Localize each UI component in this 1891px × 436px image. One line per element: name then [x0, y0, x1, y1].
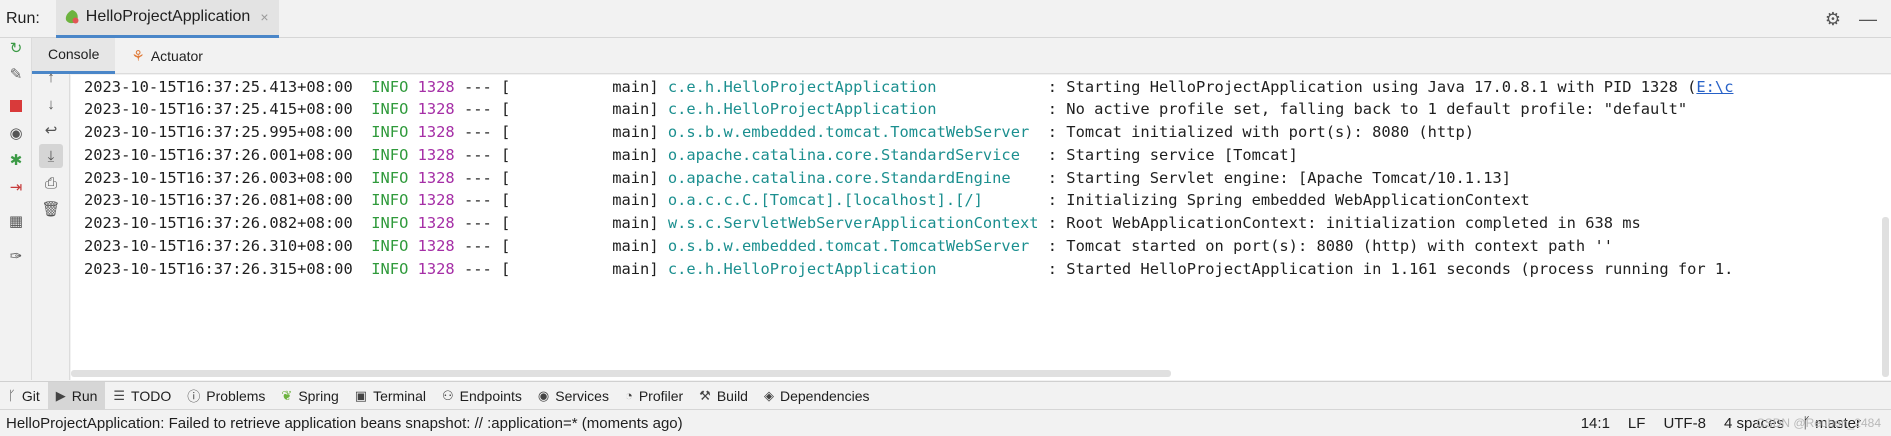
log-line: 2023-10-15T16:37:26.003+08:00 INFO 1328 … [84, 169, 1512, 187]
log-line: 2023-10-15T16:37:25.413+08:00 INFO 1328 … [84, 78, 1734, 96]
actuator-icon: ⚘ [131, 47, 145, 65]
profiler-icon: ◔ [624, 388, 633, 403]
status-bar: HelloProjectApplication: Failed to retri… [0, 409, 1891, 436]
pin-icon[interactable]: ✑ [6, 246, 26, 266]
log-line: 2023-10-15T16:37:26.082+08:00 INFO 1328 … [84, 214, 1641, 232]
tab-actuator-label: Actuator [150, 47, 203, 64]
run-label: Run: [6, 9, 40, 27]
tab-problems[interactable]: ⓘ Problems [179, 382, 273, 410]
tab-console-label: Console [48, 46, 100, 62]
dependencies-icon: ◈ [763, 387, 774, 403]
wrench-icon[interactable]: ✎ [6, 64, 26, 84]
tab-dependencies[interactable]: ◈ Dependencies [756, 382, 878, 410]
tab-build[interactable]: ⚒ Build [691, 382, 756, 410]
console-output[interactable]: 2023-10-15T16:37:25.413+08:00 INFO 1328 … [71, 75, 1891, 380]
spring-leaf-icon: ❦ [281, 387, 293, 403]
log-line: 2023-10-15T16:37:26.315+08:00 INFO 1328 … [84, 260, 1734, 278]
console-actions-strip: ↑ ↓ ↩ ⤓ ⎙ 🗑 [32, 69, 70, 380]
build-hammer-icon: ⚒ [699, 387, 711, 403]
info-icon: ⓘ [187, 389, 201, 404]
tab-todo[interactable]: ☰ TODO [105, 382, 179, 410]
minimize-icon[interactable]: — [1859, 9, 1877, 30]
log-line: 2023-10-15T16:37:26.001+08:00 INFO 1328 … [84, 146, 1298, 164]
file-encoding[interactable]: UTF-8 [1663, 415, 1706, 432]
run-header-actions: ⚙ — [1825, 0, 1877, 38]
gear-icon[interactable]: ⚙ [1825, 9, 1841, 30]
log-line: 2023-10-15T16:37:26.081+08:00 INFO 1328 … [84, 191, 1530, 209]
arrow-up-icon[interactable]: ↑ [41, 67, 61, 87]
camera-icon[interactable]: ◉ [6, 123, 26, 143]
arrow-down-icon[interactable]: ↓ [41, 94, 61, 114]
caret-position[interactable]: 14:1 [1581, 415, 1610, 432]
run-config-tab[interactable]: HelloProjectApplication × [55, 0, 279, 38]
todo-list-icon: ☰ [113, 387, 126, 403]
exit-icon[interactable]: ⇥ [6, 177, 26, 197]
rerun-icon[interactable]: ↻ [6, 38, 26, 58]
tab-terminal[interactable]: ▣ Terminal [347, 382, 434, 410]
log-line: 2023-10-15T16:37:26.310+08:00 INFO 1328 … [84, 237, 1613, 255]
run-tool-window-header: Run: HelloProjectApplication × ⚙ — [0, 0, 1891, 38]
git-branch-icon: ᚴ [8, 388, 16, 403]
vertical-scrollbar[interactable] [1882, 217, 1889, 377]
scroll-to-end-icon[interactable]: ⤓ [39, 144, 63, 168]
endpoints-icon: ⚇ [441, 387, 454, 403]
spring-boot-app-icon [65, 10, 79, 24]
tab-profiler[interactable]: ◔ Profiler [617, 382, 691, 410]
tab-services[interactable]: ◉ Services [530, 382, 617, 410]
run-config-tab-title: HelloProjectApplication [85, 8, 251, 25]
log-line: 2023-10-15T16:37:25.415+08:00 INFO 1328 … [84, 100, 1688, 118]
console-sub-tabs: Console ⚘ Actuator [32, 37, 1891, 74]
tab-spring[interactable]: ❦ Spring [273, 382, 346, 410]
run-actions-strip: ↻ ✎ ◉ ✱ ⇥ ▦ ✑ [0, 38, 32, 380]
run-icon: ▶ [55, 387, 66, 403]
close-icon[interactable]: × [260, 9, 268, 25]
print-icon[interactable]: ⎙ [41, 173, 61, 193]
debug-bug-icon[interactable]: ✱ [6, 150, 26, 170]
stop-icon[interactable] [6, 96, 26, 116]
line-separator[interactable]: LF [1628, 415, 1646, 432]
watermark: CSDN @Reuben_2484 [1756, 416, 1881, 430]
tab-endpoints[interactable]: ⚇ Endpoints [434, 382, 530, 410]
terminal-icon: ▣ [354, 387, 368, 403]
log-line: 2023-10-15T16:37:25.995+08:00 INFO 1328 … [84, 123, 1474, 141]
tab-git[interactable]: ᚴ Git [0, 382, 48, 410]
layout-icon[interactable]: ▦ [6, 211, 26, 231]
services-icon: ◉ [537, 387, 550, 403]
horizontal-scrollbar[interactable] [71, 370, 1171, 377]
tab-run[interactable]: ▶ Run [47, 381, 106, 410]
status-message[interactable]: HelloProjectApplication: Failed to retri… [6, 415, 683, 432]
tab-actuator[interactable]: ⚘ Actuator [115, 38, 219, 74]
log-path-link[interactable]: E:\c [1696, 78, 1733, 96]
soft-wrap-icon[interactable]: ↩ [41, 120, 61, 140]
trash-icon[interactable]: 🗑 [41, 199, 61, 219]
tool-window-bar: ᚴ Git ▶ Run ☰ TODO ⓘ Problems ❦ Spring ▣ Termi… [0, 381, 1891, 410]
